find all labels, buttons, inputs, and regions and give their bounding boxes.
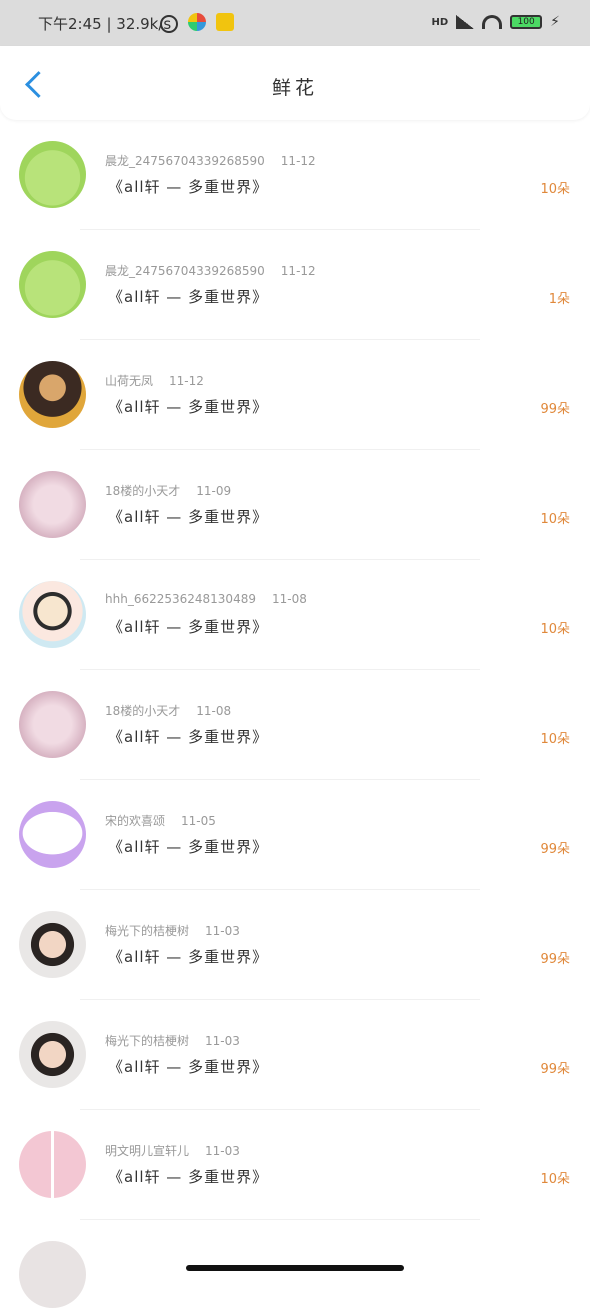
flower-count: 10朵 [540, 182, 570, 197]
user-name[interactable]: 晨龙_2475670433926859​0 [105, 154, 265, 168]
book-title[interactable]: 《all轩 — 多重世界》 [108, 836, 268, 857]
book-title[interactable]: 《all轩 — 多重世界》 [108, 176, 268, 197]
book-title[interactable]: 《all轩 — 多重世界》 [108, 726, 268, 747]
flower-count: 10朵 [540, 622, 570, 637]
signal-icon [456, 15, 475, 29]
battery-icon: 100 [510, 15, 543, 29]
boy-photo-avatar[interactable] [19, 1021, 86, 1088]
book-title[interactable]: 《all轩 — 多重世界》 [108, 616, 268, 637]
date: 11-12 [169, 374, 204, 388]
list-item[interactable]: 山荷无凤 11-12 《all轩 — 多重世界》 99朵 [0, 340, 590, 450]
book-title[interactable]: 《all轩 — 多重世界》 [108, 946, 268, 967]
cartoon-boy-avatar[interactable] [19, 581, 86, 648]
two-people-avatar[interactable] [19, 1131, 86, 1198]
user-name[interactable]: 山荷无凤 [105, 374, 153, 388]
list-item[interactable]: 晨龙_2475670433926859​0 11-12 《all轩 — 多重世界》… [0, 120, 590, 230]
list-item[interactable]: 梅光下的桔梗树 11-03 《all轩 — 多重世界》 99朵 [0, 890, 590, 1000]
book-title[interactable]: 《all轩 — 多重世界》 [108, 1056, 268, 1077]
wifi-icon [482, 15, 503, 29]
flower-count: 99朵 [540, 952, 570, 967]
book-title[interactable]: 《all轩 — 多重世界》 [108, 1166, 268, 1187]
app-notification-icon [188, 13, 206, 31]
user-name[interactable]: 18楼的小天才 [105, 484, 180, 498]
flower-count: 99朵 [540, 1062, 570, 1077]
flower-count: 10朵 [540, 512, 570, 527]
flower-count: 1朵 [548, 292, 570, 307]
date: 11-05 [181, 814, 216, 828]
list-item[interactable]: 明文明儿宣轩儿 11-03 《all轩 — 多重世界》 10朵 [0, 1110, 590, 1220]
flower-count: 99朵 [540, 402, 570, 417]
alarm-icon [160, 15, 178, 33]
chat-bubble-avatar[interactable] [19, 801, 86, 868]
list-item[interactable]: 18楼的小天才 11-09 《all轩 — 多重世界》 10朵 [0, 450, 590, 560]
list-item[interactable]: 晨龙_24756704339268590 11-12 《all轩 — 多重世界》 … [0, 230, 590, 340]
user-name[interactable]: 晨龙_24756704339268590 [105, 264, 265, 278]
charging-icon: ⚡ [550, 14, 560, 30]
date: 11-03 [205, 1144, 240, 1158]
status-right-icons: HD 100 ⚡ [431, 14, 560, 30]
list-item[interactable]: 梅光下的桔梗树 11-03 《all轩 — 多重世界》 99朵 [0, 1000, 590, 1110]
page-title: 鲜花 [271, 77, 318, 99]
home-indicator[interactable] [186, 1265, 404, 1271]
person-avatar[interactable] [19, 361, 86, 428]
divider [80, 1219, 480, 1220]
user-name[interactable]: 明文明儿宣轩儿 [105, 1144, 189, 1158]
date: 11-12 [280, 154, 316, 168]
flower-count: 10朵 [540, 1172, 570, 1187]
green-smiley-avatar[interactable] [19, 251, 86, 318]
user-name[interactable]: 宋的欢喜颂 [105, 814, 165, 828]
flower-list: 晨龙_2475670433926859​0 11-12 《all轩 — 多重世界》… [0, 120, 590, 1220]
date: 11-09 [196, 484, 232, 498]
date: 11-08 [271, 592, 307, 606]
date: 11-03 [205, 1034, 240, 1048]
hd-label: HD [431, 16, 449, 28]
flower-count: 10朵 [540, 732, 570, 747]
date: 11-08 [196, 704, 232, 718]
date: 11-03 [205, 924, 240, 938]
book-title[interactable]: 《all轩 — 多重世界》 [108, 286, 268, 307]
status-bar: 下午2:45 | 32.9k/s HD 100 ⚡ [0, 0, 590, 46]
partial-avatar [19, 1241, 86, 1308]
user-name[interactable]: 梅光下的桔梗树 [105, 924, 189, 938]
pink-text-avatar[interactable] [19, 471, 86, 538]
user-name[interactable]: 梅光下的桔梗树 [105, 1034, 189, 1048]
book-title[interactable]: 《all轩 — 多重世界》 [108, 396, 268, 417]
status-time-speed: 下午2:45 | 32.9k/s [38, 15, 172, 33]
app-notification-icon-2 [216, 13, 234, 31]
list-item[interactable]: 18楼的小天才 11-08 《all轩 — 多重世界》 10朵 [0, 670, 590, 780]
list-item[interactable]: hhh_66225362481304​89 11-08 《all轩 — 多重世界》… [0, 560, 590, 670]
flower-count: 99朵 [540, 842, 570, 857]
user-name[interactable]: 18楼的小天才 [105, 704, 180, 718]
pink-text-avatar[interactable] [19, 691, 86, 758]
boy-photo-avatar[interactable] [19, 911, 86, 978]
user-name[interactable]: hhh_66225362481304​89 [105, 592, 256, 606]
page-header: 鲜花 [0, 46, 590, 120]
green-smiley-avatar[interactable] [19, 141, 86, 208]
date: 11-12 [280, 264, 316, 278]
list-item[interactable]: 宋的欢喜颂 11-05 《all轩 — 多重世界》 99朵 [0, 780, 590, 890]
book-title[interactable]: 《all轩 — 多重世界》 [108, 506, 268, 527]
